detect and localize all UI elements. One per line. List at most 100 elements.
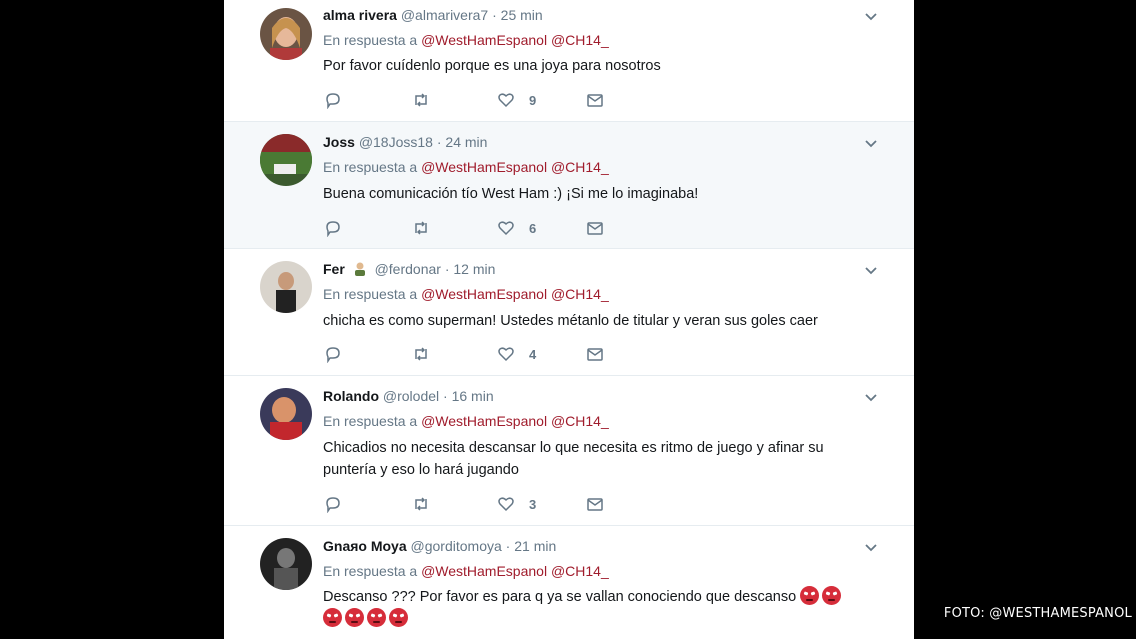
- tweet-header: Gnaяo Moya @gorditomoya · 21 min: [323, 538, 557, 554]
- chevron-down-icon[interactable]: [864, 391, 878, 405]
- tweet-actions: 4: [324, 344, 624, 364]
- avatar[interactable]: [260, 134, 312, 186]
- avatar[interactable]: [260, 388, 312, 440]
- envelope-icon: [587, 94, 603, 107]
- reply-context: En respuesta a @WestHamEspanol @CH14_: [323, 32, 609, 48]
- tweet-text: Por favor cuídenlo porque es una joya pa…: [323, 58, 661, 74]
- reply-icon: [326, 497, 340, 513]
- tweet-item[interactable]: alma rivera @almarivera7 · 25 min En res…: [224, 0, 914, 122]
- mention-link[interactable]: @CH14_: [551, 563, 609, 579]
- tweet-time[interactable]: 25 min: [501, 7, 543, 23]
- message-button[interactable]: [586, 90, 604, 110]
- reply-context: En respuesta a @WestHamEspanol @CH14_: [323, 286, 609, 302]
- avatar[interactable]: [260, 8, 312, 60]
- like-button[interactable]: 3: [497, 494, 536, 514]
- tweet-text: Chicadios no necesita descansar lo que n…: [323, 440, 824, 478]
- tweet-time[interactable]: 24 min: [445, 134, 487, 150]
- retweet-button[interactable]: [412, 218, 430, 238]
- retweet-button[interactable]: [412, 90, 430, 110]
- reply-button[interactable]: [324, 344, 342, 364]
- tweet-actions: 3: [324, 494, 624, 514]
- reply-icon: [326, 347, 340, 363]
- user-name[interactable]: Joss: [323, 134, 355, 150]
- mention-link[interactable]: @CH14_: [551, 32, 609, 48]
- chevron-down-icon[interactable]: [864, 137, 878, 151]
- user-handle[interactable]: @18Joss18: [359, 134, 433, 150]
- user-handle[interactable]: @almarivera7: [401, 7, 488, 23]
- heart-icon: [498, 221, 514, 236]
- tweet-time[interactable]: 12 min: [453, 261, 495, 277]
- tweet-time[interactable]: 21 min: [514, 538, 556, 554]
- mention-link[interactable]: @WestHamEspanol: [421, 563, 547, 579]
- message-button[interactable]: [586, 494, 604, 514]
- avatar[interactable]: [260, 261, 312, 313]
- avatar[interactable]: [260, 538, 312, 590]
- angry-face-icon: [822, 586, 842, 605]
- chevron-down-icon[interactable]: [864, 264, 878, 278]
- retweet-button[interactable]: [412, 344, 430, 364]
- message-button[interactable]: [586, 344, 604, 364]
- tweet-item[interactable]: Joss @18Joss18 · 24 min En respuesta a @…: [224, 122, 914, 249]
- envelope-icon: [587, 348, 603, 361]
- user-name[interactable]: alma rivera: [323, 7, 397, 23]
- user-handle[interactable]: @ferdonar: [375, 261, 441, 277]
- angry-face-icon: [345, 608, 364, 627]
- tweet-feed: alma rivera @almarivera7 · 25 min En res…: [224, 0, 914, 639]
- user-name[interactable]: Fer: [323, 261, 345, 277]
- like-count: 6: [529, 220, 537, 236]
- retweet-icon: [415, 347, 427, 361]
- user-name[interactable]: Gnaяo Moya: [323, 538, 407, 554]
- reply-icon: [326, 93, 340, 109]
- chevron-down-icon[interactable]: [864, 541, 878, 555]
- heart-icon: [498, 93, 514, 108]
- heart-icon: [498, 347, 514, 362]
- mention-link[interactable]: @WestHamEspanol: [421, 413, 547, 429]
- reply-context: En respuesta a @WestHamEspanol @CH14_: [323, 563, 609, 579]
- photo-credit: FOTO: @WESTHAMESPANOL: [943, 606, 1132, 621]
- message-button[interactable]: [586, 218, 604, 238]
- tweet-header: Fer @ferdonar · 12 min: [323, 261, 496, 277]
- envelope-icon: [587, 222, 603, 235]
- tweet-text: Buena comunicación tío West Ham :) ¡Si m…: [323, 186, 699, 202]
- like-count: 4: [529, 346, 537, 362]
- angry-face-icon: [800, 586, 820, 605]
- reply-button[interactable]: [324, 90, 342, 110]
- chevron-down-icon[interactable]: [864, 10, 878, 24]
- like-button[interactable]: 4: [497, 344, 536, 364]
- tweet-time[interactable]: 16 min: [452, 388, 494, 404]
- retweet-icon: [415, 93, 427, 107]
- tweet-header: alma rivera @almarivera7 · 25 min: [323, 7, 543, 23]
- tweet-actions: 6: [324, 218, 624, 238]
- tweet-actions: 9: [324, 90, 624, 110]
- like-count: 3: [529, 496, 537, 512]
- person-emoji-icon: [354, 262, 365, 276]
- retweet-button[interactable]: [412, 494, 430, 514]
- angry-face-icon: [389, 608, 408, 627]
- user-handle[interactable]: @gorditomoya: [411, 538, 502, 554]
- retweet-icon: [415, 221, 427, 235]
- reply-button[interactable]: [324, 494, 342, 514]
- user-handle[interactable]: @rolodel: [383, 388, 439, 404]
- tweet-text: Descanso ??? Por favor es para q ya se v…: [323, 586, 883, 630]
- reply-context: En respuesta a @WestHamEspanol @CH14_: [323, 159, 609, 175]
- mention-link[interactable]: @CH14_: [551, 413, 609, 429]
- reply-button[interactable]: [324, 218, 342, 238]
- mention-link[interactable]: @CH14_: [551, 286, 609, 302]
- like-button[interactable]: 6: [497, 218, 536, 238]
- tweet-item[interactable]: Rolando @rolodel · 16 min En respuesta a…: [224, 376, 914, 526]
- angry-face-icon: [323, 608, 342, 627]
- tweet-text: chicha es como superman! Ustedes métanlo…: [323, 313, 818, 329]
- like-button[interactable]: 9: [497, 90, 536, 110]
- tweet-item[interactable]: Gnaяo Moya @gorditomoya · 21 min En resp…: [224, 526, 914, 639]
- mention-link[interactable]: @WestHamEspanol: [421, 286, 547, 302]
- reply-context: En respuesta a @WestHamEspanol @CH14_: [323, 413, 609, 429]
- retweet-icon: [415, 497, 427, 511]
- mention-link[interactable]: @WestHamEspanol: [421, 32, 547, 48]
- tweet-item[interactable]: Fer @ferdonar · 12 min En respuesta a @W…: [224, 249, 914, 376]
- user-name[interactable]: Rolando: [323, 388, 379, 404]
- angry-face-icon: [367, 608, 386, 627]
- mention-link[interactable]: @CH14_: [551, 159, 609, 175]
- mention-link[interactable]: @WestHamEspanol: [421, 159, 547, 175]
- envelope-icon: [587, 498, 603, 511]
- tweet-header: Rolando @rolodel · 16 min: [323, 388, 494, 404]
